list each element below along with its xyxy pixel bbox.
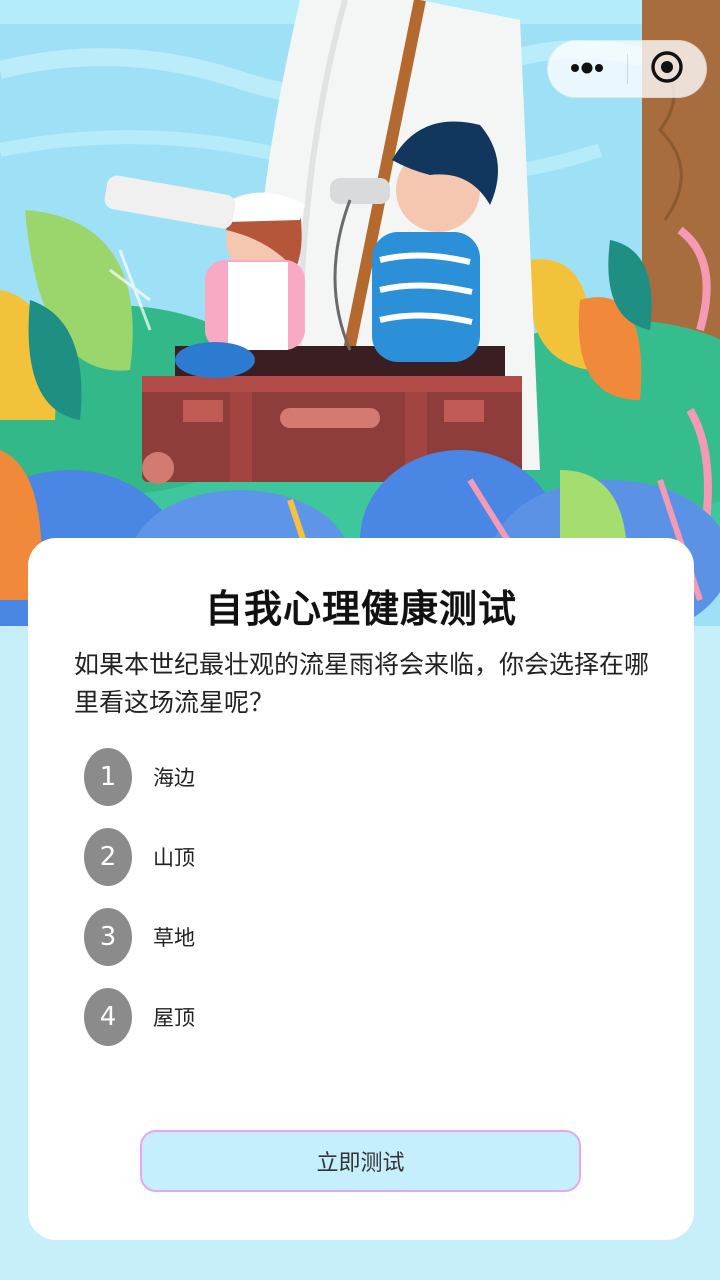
more-button[interactable] — [548, 41, 627, 97]
option-number-badge: 3 — [84, 908, 132, 966]
option-label: 屋顶 — [153, 1006, 195, 1030]
option-number-badge: 4 — [84, 988, 132, 1046]
start-test-button[interactable]: 立即测试 — [140, 1130, 581, 1192]
mini-program-capsule — [547, 40, 707, 98]
quiz-card: 自我心理健康测试 如果本世纪最壮观的流星雨将会来临，你会选择在哪里看这场流星呢？… — [28, 538, 694, 1240]
option-number-badge: 1 — [84, 748, 132, 806]
target-circle-icon — [650, 50, 684, 88]
option-4[interactable]: 4 屋顶 — [84, 988, 604, 1046]
option-label: 草地 — [153, 926, 195, 950]
option-1[interactable]: 1 海边 — [84, 748, 604, 806]
close-button[interactable] — [628, 41, 707, 97]
option-3[interactable]: 3 草地 — [84, 908, 604, 966]
option-number-badge: 2 — [84, 828, 132, 886]
more-dots-icon — [569, 60, 605, 79]
question-text: 如果本世纪最壮观的流星雨将会来临，你会选择在哪里看这场流星呢？ — [74, 650, 650, 717]
option-label: 山顶 — [153, 846, 195, 870]
option-2[interactable]: 2 山顶 — [84, 828, 604, 886]
page-title: 自我心理健康测试 — [204, 587, 517, 631]
option-label: 海边 — [153, 766, 195, 790]
